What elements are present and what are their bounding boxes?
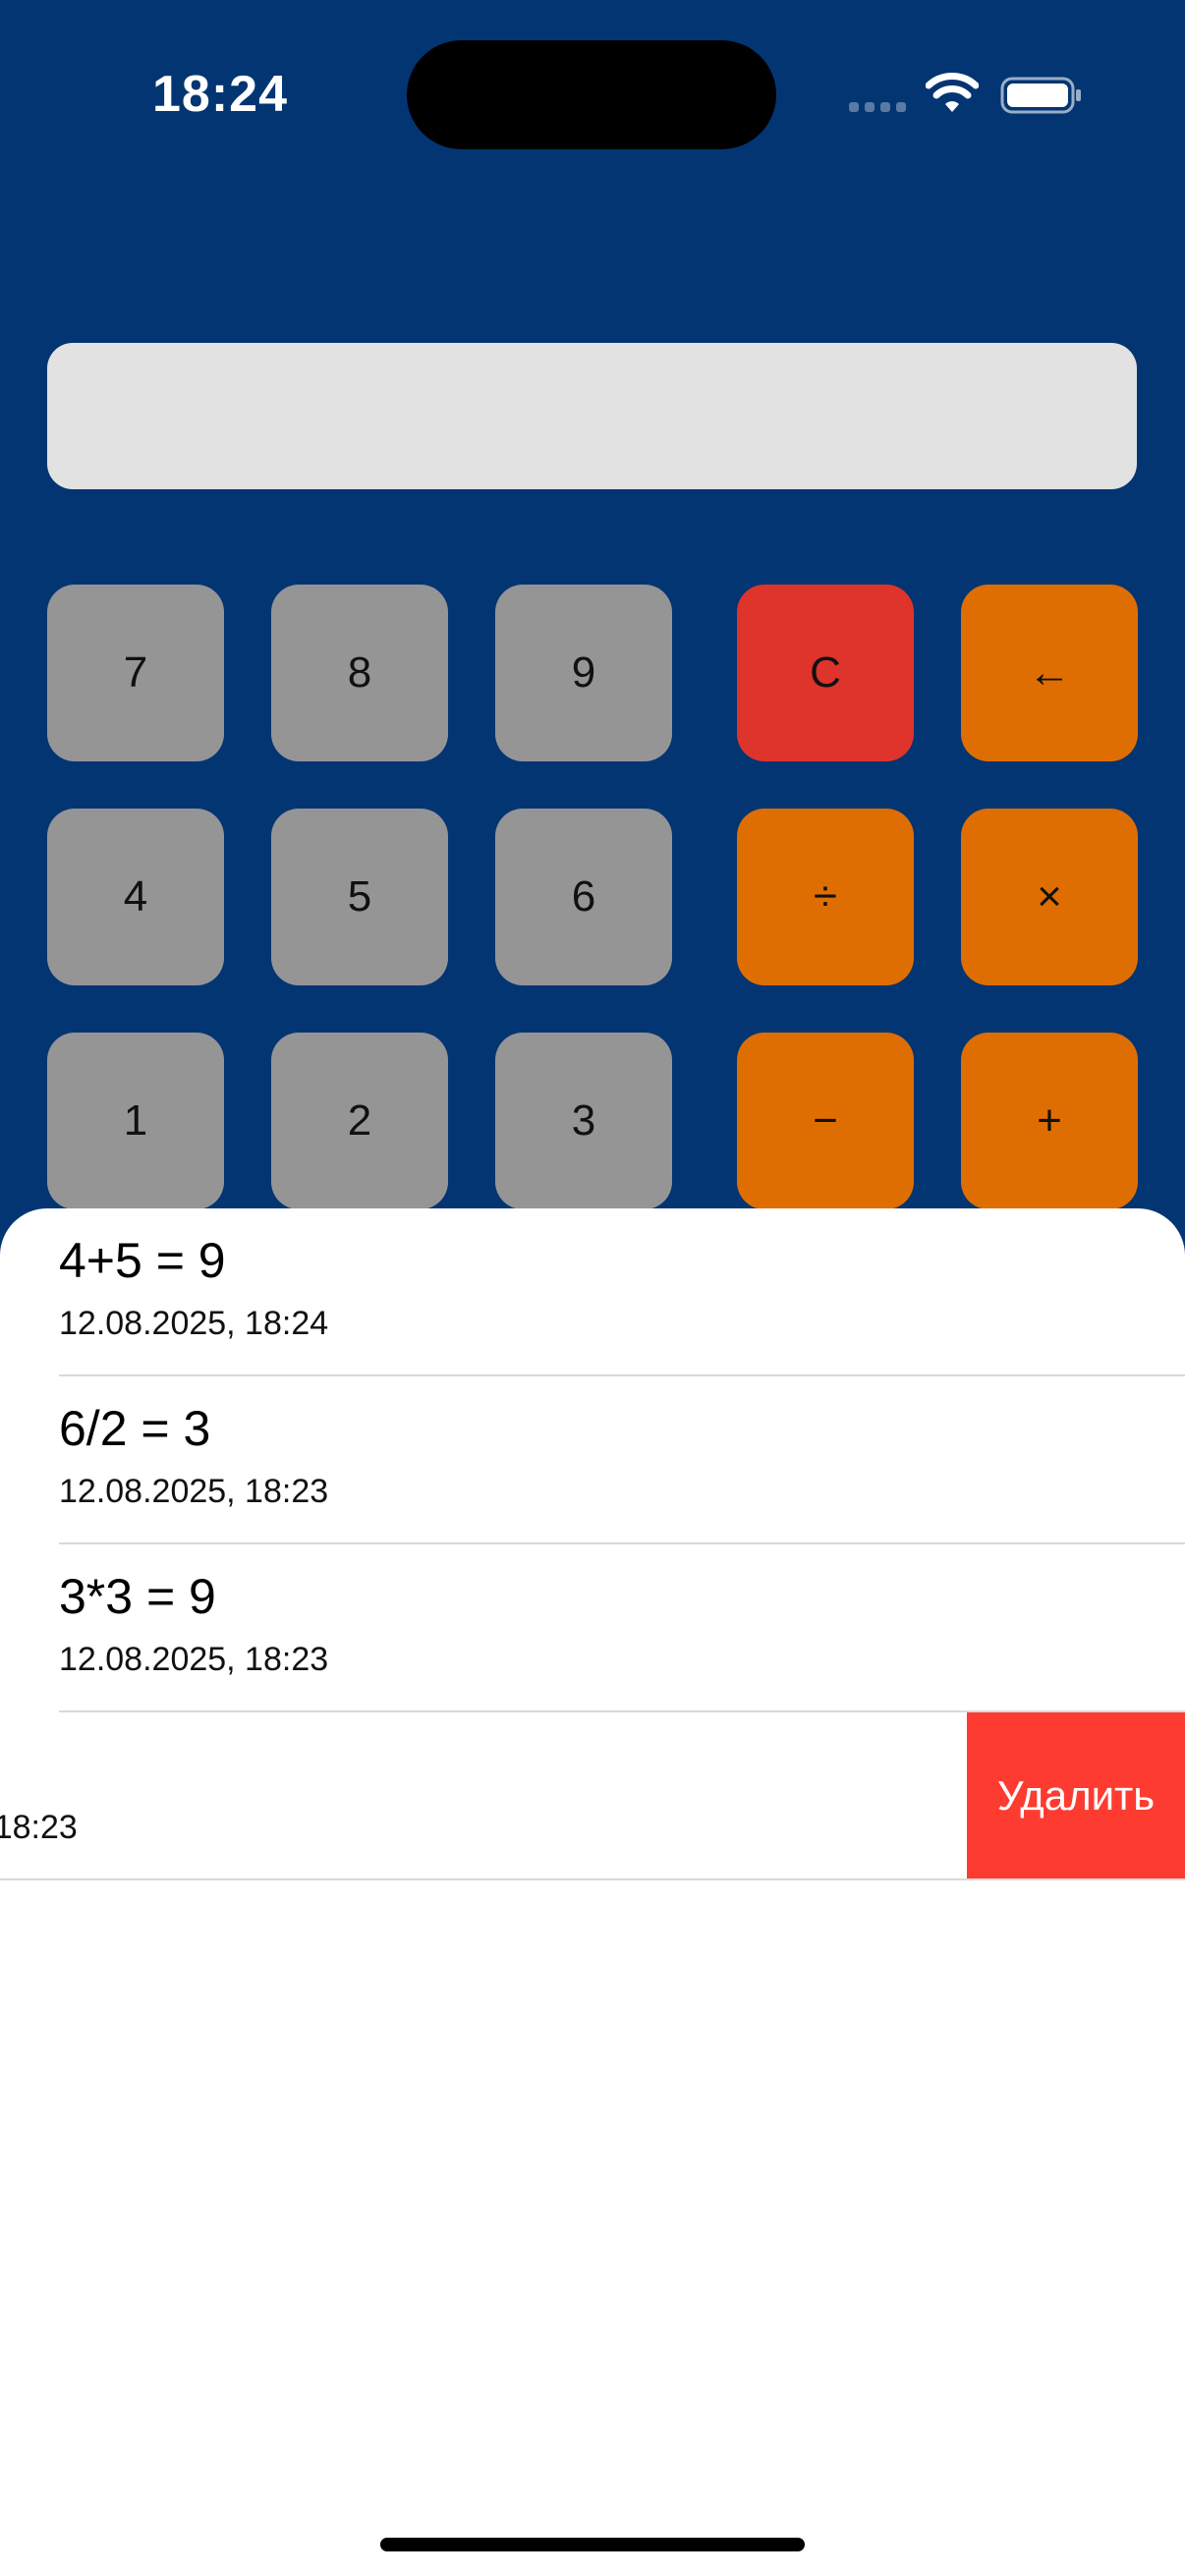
history-row-swiped[interactable]: 4 25, 18:23 Удалить: [0, 1712, 1185, 1880]
history-date: 12.08.2025, 18:23: [59, 1641, 329, 1678]
wifi-icon: [926, 73, 979, 112]
status-time: 18:24: [152, 66, 288, 123]
history-row[interactable]: 4+5 = 9 12.08.2025, 18:24: [0, 1208, 1185, 1376]
row-divider: [0, 1878, 1185, 1880]
multiply-button[interactable]: ×: [961, 809, 1138, 985]
calculator-display: [47, 343, 1137, 489]
history-date: 12.08.2025, 18:23: [59, 1473, 329, 1510]
history-sheet[interactable]: 4+5 = 9 12.08.2025, 18:24 6/2 = 3 12.08.…: [0, 1208, 1185, 2576]
key-7[interactable]: 7: [47, 585, 224, 761]
key-3[interactable]: 3: [495, 1033, 672, 1209]
history-expression: 6/2 = 3: [59, 1401, 211, 1456]
home-indicator[interactable]: [380, 2538, 805, 2551]
history-date: 12.08.2025, 18:24: [59, 1305, 329, 1342]
add-button[interactable]: +: [961, 1033, 1138, 1209]
history-date: 25, 18:23: [0, 1809, 78, 1846]
divide-button[interactable]: ÷: [737, 809, 914, 985]
key-1[interactable]: 1: [47, 1033, 224, 1209]
backspace-button[interactable]: ←: [961, 585, 1138, 761]
key-6[interactable]: 6: [495, 809, 672, 985]
signal-dots-icon: [849, 102, 906, 112]
clear-button[interactable]: C: [737, 585, 914, 761]
history-row[interactable]: 6/2 = 3 12.08.2025, 18:23: [0, 1376, 1185, 1544]
key-5[interactable]: 5: [271, 809, 448, 985]
key-2[interactable]: 2: [271, 1033, 448, 1209]
key-8[interactable]: 8: [271, 585, 448, 761]
battery-icon: [1000, 77, 1081, 114]
key-9[interactable]: 9: [495, 585, 672, 761]
key-4[interactable]: 4: [47, 809, 224, 985]
subtract-button[interactable]: −: [737, 1033, 914, 1209]
history-expression: 3*3 = 9: [59, 1569, 216, 1624]
history-expression: 4+5 = 9: [59, 1233, 226, 1288]
history-row[interactable]: 3*3 = 9 12.08.2025, 18:23: [0, 1544, 1185, 1712]
delete-button[interactable]: Удалить: [967, 1712, 1185, 1878]
dynamic-island: [407, 40, 776, 149]
history-row-content: 4 25, 18:23: [0, 1712, 1120, 1880]
